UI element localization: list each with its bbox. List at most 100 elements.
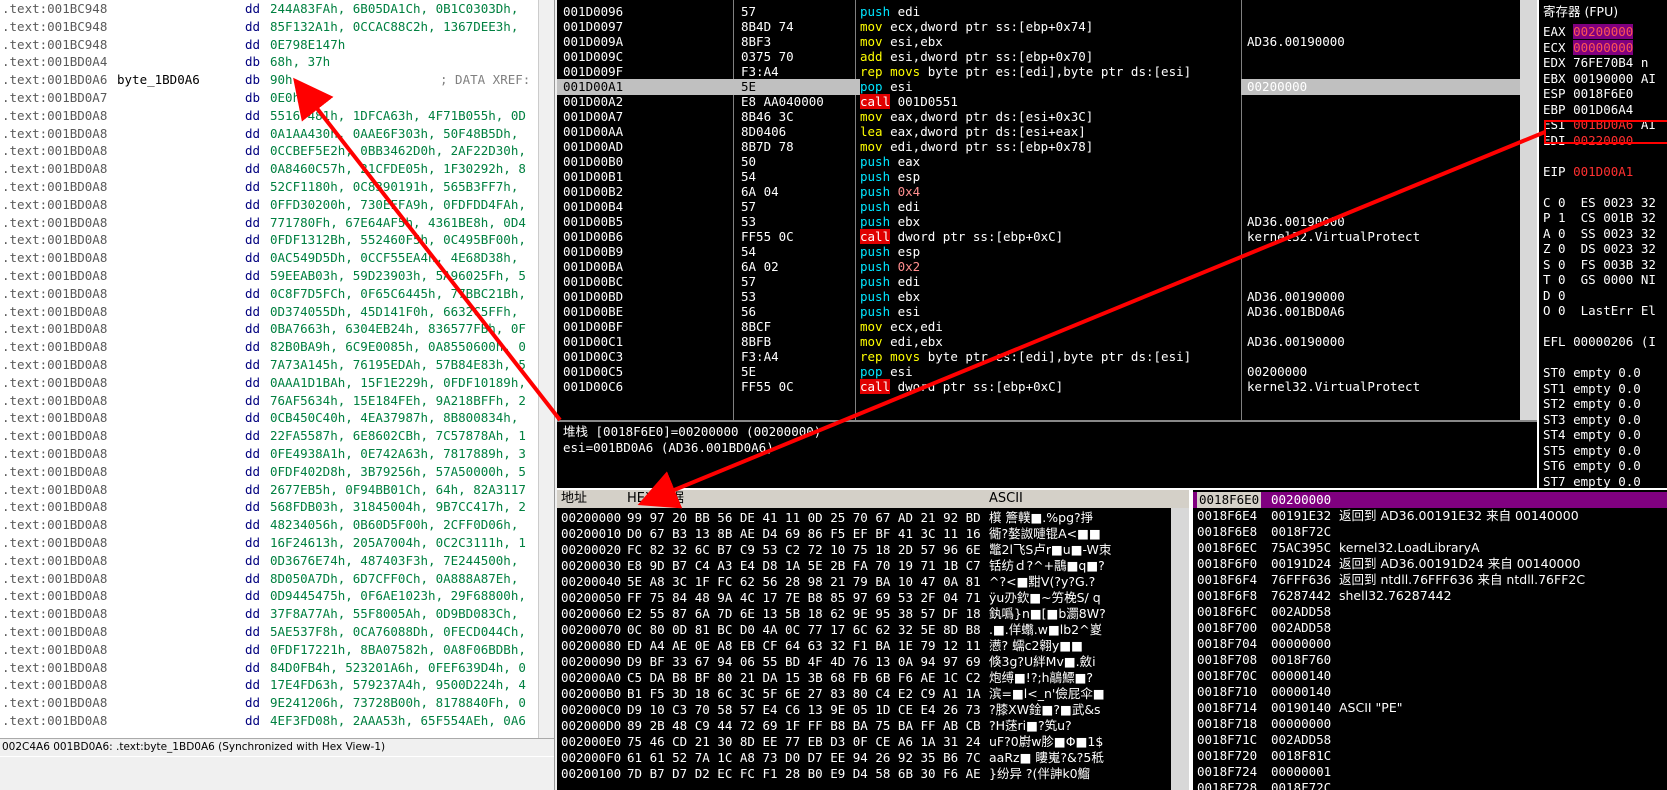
stack-row[interactable]: 0018F70C 00000140 [1193,668,1667,684]
register-row[interactable]: ESP 0018F6E0 [1543,86,1633,102]
disassembly-row[interactable]: 001D0097 8B4D 74 mov ecx,dword ptr ss:[ebp… [557,19,1537,35]
dump-row[interactable]: 00200100 7D B7 D7 D2 EC FC F1 28 B0 E9 D4… [557,766,1171,782]
disassembly-row[interactable]: 001D009F F3:A4 rep movs byte ptr es:[edi],… [557,64,1537,80]
register-row[interactable]: ST7 empty 0.0 [1543,474,1641,489]
ida-line[interactable]: .text:001BD0A8 dd 0CCBEF5E2h, 0BB3462D0h, … [0,142,538,160]
disassembly-row[interactable]: 001D00B0 50 push eax [557,154,1537,170]
registers-pane[interactable]: 寄存器 (FPU) EAX 00200000 ECX 00000000 EDX 76… [1539,0,1667,488]
stack-row[interactable]: 0018F6F4 76FFF636 返回到 ntdll.76FFF636 来自 nt… [1193,572,1667,588]
register-row[interactable]: EBX 00190000 AI [1543,71,1656,87]
ida-line[interactable]: .text:001BD0A8 dd 0AAA1D1BAh, 15F1E229h, 0… [0,374,538,392]
ida-horizontal-scrollbar[interactable] [0,757,554,790]
register-row[interactable]: S 0 FS 003B 32 [1543,257,1656,273]
register-row[interactable]: EBP 001D06A4 [1543,102,1633,118]
ida-line[interactable]: .text:001BC948 dd 244A83FAh, 6B05DA1Ch, 0B… [0,0,538,18]
disassembly-row[interactable]: 001D00C6 FF55 0C call dword ptr ss:[ebp+0x… [557,379,1537,395]
stack-row[interactable]: 0018F6FC 002ADD58 [1193,604,1667,620]
stack-row[interactable]: 0018F710 00000140 [1193,684,1667,700]
stack-row[interactable]: 0018F700 002ADD58 [1193,620,1667,636]
ida-line[interactable]: .text:001BD0A4 db 68h, 37h [0,53,538,71]
register-row[interactable]: EAX 00200000 [1543,24,1634,40]
ida-line[interactable]: .text:001BD0A8 dd 0A8460C57h, 21CFDE05h, 1… [0,160,538,178]
dump-row[interactable]: 002000C0 D9 10 C3 70 58 57 E4 C6 13 9E 05… [557,702,1171,718]
stack-row[interactable]: 0018F6E4 00191E32 返回到 AD36.00191E32 来自 001… [1193,508,1667,524]
dump-row[interactable]: 00200050 FF 75 84 48 9A 4C 17 7E B8 85 97… [557,590,1171,606]
dump-row[interactable]: 002000E0 75 46 CD 21 30 8D EE 77 EB D3 0F… [557,734,1171,750]
disassembly-row[interactable]: 001D009A 8BF3 mov esi,ebx AD36.00190000 [557,34,1537,50]
dump-row[interactable]: 00200010 D0 67 B3 13 8B AE D4 69 86 F5 EF… [557,526,1171,542]
disassembly-row[interactable]: 001D00B1 54 push esp [557,169,1537,185]
register-row[interactable]: P 1 CS 001B 32 [1543,210,1656,226]
dump-row[interactable]: 00200020 FC 82 32 6C B7 C9 53 C2 72 10 75… [557,542,1171,558]
ida-line[interactable]: .text:001BD0A8 dd 0AC549D5Dh, 0CCF55EA4h, … [0,249,538,267]
stack-row[interactable]: 0018F708 0018F760 [1193,652,1667,668]
ida-line[interactable]: .text:001BD0A7 db 0E0h [0,89,538,107]
disassembly-row[interactable]: 001D00AA 8D0406 lea eax,dword ptr ds:[esi+… [557,124,1537,140]
dump-row[interactable]: 002000B0 B1 F5 3D 18 6C 3C 5F 6E 27 83 80… [557,686,1171,702]
ida-line[interactable]: .text:001BD0A8 dd 22FA5587h, 6E8602CBh, 7C… [0,427,538,445]
dump-row[interactable]: 00200080 ED A4 AE 0E A8 EB CF 64 63 32 F1… [557,638,1171,654]
ida-line[interactable]: .text:001BD0A8 dd 0FE4938A1h, 0E742A63h, 7… [0,445,538,463]
register-row[interactable]: ST3 empty 0.0 [1543,412,1641,428]
stack-row[interactable]: 0018F718 00000000 [1193,716,1667,732]
ida-line[interactable]: .text:001BD0A8 dd 0CB450C40h, 4EA37987h, 8… [0,409,538,427]
disassembly-row[interactable]: 001D00BC 57 push edi [557,274,1537,290]
ida-line[interactable]: .text:001BD0A8 dd 17E4FD63h, 579237A4h, 95… [0,676,538,694]
cpu-disassembly-pane[interactable]: 001D0096 57 push edi 001D0097 8B4D 74 mov ecx… [557,0,1537,420]
stack-row[interactable]: 0018F6F0 00191D24 返回到 AD36.00191D24 来自 001… [1193,556,1667,572]
ida-line[interactable]: .text:001BC948 dd 0E798E147h [0,36,538,54]
ida-line[interactable]: .text:001BD0A8 dd 0A1AA430h, 0AAE6F303h, 5… [0,125,538,143]
ida-line[interactable]: .text:001BD0A8 dd 16F24613h, 205A7004h, 0C… [0,534,538,552]
ida-line[interactable]: .text:001BD0A8 dd 76AF5634h, 15E184FEh, 9A… [0,392,538,410]
ida-line[interactable]: .text:001BD0A8 dd 0FDF1312Bh, 552460F5h, 0… [0,231,538,249]
ida-line[interactable]: .text:001BD0A8 dd 2677EB5h, 0F94BB01Ch, 64… [0,481,538,499]
register-row[interactable]: Z 0 DS 0023 32 [1543,241,1656,257]
stack-row[interactable]: 0018F71C 002ADD58 [1193,732,1667,748]
ida-line[interactable]: .text:001BD0A8 dd 9E241206h, 73728B00h, 81… [0,694,538,712]
disassembly-row[interactable]: 001D00BD 53 push ebx AD36.00190000 [557,289,1537,305]
dump-header-address[interactable]: 地址 [561,490,587,508]
register-row[interactable]: ST2 empty 0.0 [1543,396,1641,412]
register-row[interactable]: ESI 001BD0A6 AI [1543,117,1656,133]
disassembly-row[interactable]: 001D00A7 8B46 3C mov eax,dword ptr ds:[esi… [557,109,1537,125]
register-row[interactable]: ST6 empty 0.0 [1543,458,1641,474]
dump-row[interactable]: 00200040 5E A8 3C 1F FC 62 56 28 98 21 79… [557,574,1171,590]
disassembly-row[interactable]: 001D00A1 5E pop esi 00200000 [557,79,1520,95]
dump-scrollbar[interactable] [1171,508,1189,790]
ida-line[interactable]: .text:001BD0A8 dd 37F8A77Ah, 55F8005Ah, 0D… [0,605,538,623]
register-row[interactable]: ST5 empty 0.0 [1543,443,1641,459]
register-row[interactable]: O 0 LastErr El [1543,303,1656,319]
ida-line[interactable]: .text:001BD0A8 dd 0FDF17221h, 8BA07582h, 0… [0,641,538,659]
dump-row[interactable]: 002000D0 89 2B 48 C9 44 72 69 1F FF B8 BA… [557,718,1171,734]
stack-row[interactable]: 0018F6F8 76287442 shell32.76287442 [1193,588,1667,604]
dump-header-ascii[interactable]: ASCII [989,490,1023,508]
register-row[interactable]: ST4 empty 0.0 [1543,427,1641,443]
stack-row[interactable]: 0018F724 00000001 [1193,764,1667,780]
ida-line[interactable]: .text:001BD0A8 dd 82B0BA9h, 6C9E0085h, 0A8… [0,338,538,356]
disassembly-row[interactable]: 001D00BF 8BCF mov ecx,edi [557,319,1537,335]
register-row[interactable]: A 0 SS 0023 32 [1543,226,1656,242]
ida-line[interactable]: .text:001BD0A8 dd 0BA7663h, 6304EB24h, 836… [0,320,538,338]
disassembly-row[interactable]: 001D00C1 8BFB mov edi,ebx AD36.00190000 [557,334,1537,350]
dump-row[interactable]: 00200060 E2 55 87 6A 7D 6E 13 5B 18 62 9E… [557,606,1171,622]
disassembly-row[interactable]: 001D00B9 54 push esp [557,244,1537,260]
ida-line[interactable]: .text:001BD0A8 dd 771780Fh, 67E64AF5h, 436… [0,214,538,232]
disassembly-row[interactable]: 001D00A2 E8 AA040000 call 001D0551 [557,94,1537,110]
disassembly-row[interactable]: 001D009C 0375 70 add esi,dword ptr ss:[ebp… [557,49,1537,65]
disassembly-row[interactable]: 001D00B4 57 push edi [557,199,1537,215]
register-row[interactable]: ST1 empty 0.0 [1543,381,1641,397]
dump-row[interactable]: 00200070 0C 80 0D 81 BC D0 4A 0C 77 17 6C… [557,622,1171,638]
memory-dump-pane[interactable]: 地址 HEX 数据 ASCII 00200000 99 97 20 BB 56 D… [557,490,1189,790]
stack-row[interactable]: 0018F704 00000000 [1193,636,1667,652]
dump-row[interactable]: 00200000 99 97 20 BB 56 DE 41 11 0D 25 70… [557,510,1171,526]
ida-line[interactable]: .text:001BD0A8 dd 52CF1180h, 0C8390191h, 5… [0,178,538,196]
disassembly-row[interactable]: 001D0096 57 push edi [557,4,1537,20]
disassembly-row[interactable]: 001D00BE 56 push esi AD36.001BD0A6 [557,304,1537,320]
ida-line[interactable]: .text:001BD0A8 dd 7A73A145h, 76195EDAh, 57… [0,356,538,374]
disassembly-row[interactable]: 001D00B2 6A 04 push 0x4 [557,184,1537,200]
disassembly-row[interactable]: 001D00C3 F3:A4 rep movs byte ptr es:[edi],… [557,349,1537,365]
disassembly-row[interactable]: 001D00B6 FF55 0C call dword ptr ss:[ebp+0x… [557,229,1537,245]
dump-row[interactable]: 00200030 E8 9D B7 C4 A3 E4 D8 1A 5E 2B FA… [557,558,1171,574]
stack-pane[interactable]: 0018F6E0 00200000 0018F6E4 00191E32 返回到 AD36… [1193,490,1667,790]
ida-line[interactable]: .text:001BD0A8 dd 0C8F7D5FCh, 0F65C6445h, … [0,285,538,303]
